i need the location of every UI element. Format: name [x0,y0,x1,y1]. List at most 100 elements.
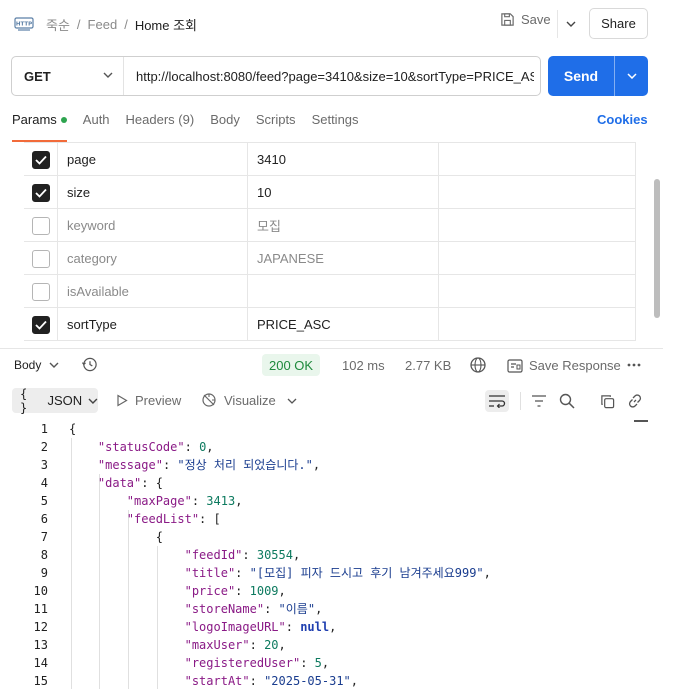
param-value[interactable]: 모집 [248,209,439,242]
code-line: 9 "title": "[모집] 피자 드시고 후기 남겨주세요999", [0,564,663,582]
param-description[interactable] [439,242,636,275]
breadcrumb: 죽순 / Feed / Home 조회 [46,15,197,34]
status-badge[interactable]: 200 OK [262,354,321,376]
code-text: "storeName": "이름", [184,602,323,616]
send-options-button[interactable] [614,56,648,96]
param-description[interactable] [439,209,636,242]
response-body-select[interactable]: Body [14,358,59,372]
preview-button[interactable]: Preview [116,393,181,408]
save-response-icon [507,358,523,373]
breadcrumb-collection[interactable]: 죽순 [46,15,70,34]
code-line: 15 "startAt": "2025-05-31", [0,672,663,689]
svg-text:HTTP: HTTP [16,22,32,28]
param-checkbox[interactable] [31,315,50,334]
breadcrumb-separator: / [124,17,128,32]
method-select[interactable]: GET [12,57,124,95]
param-checkbox[interactable] [31,183,50,202]
check-icon [34,320,47,330]
param-key[interactable]: category [58,242,248,275]
save-button[interactable]: Save [500,12,551,27]
link-button[interactable] [623,390,647,412]
check-icon [34,155,47,165]
response-time[interactable]: 102 ms [342,358,385,373]
code-text: "statusCode": 0, [97,440,214,454]
param-checkbox[interactable] [31,150,50,169]
param-value[interactable] [248,275,439,308]
visualize-icon [202,393,216,407]
param-key[interactable]: sortType [58,308,248,341]
params-scrollbar[interactable] [654,179,660,318]
cookies-link[interactable]: Cookies [597,112,648,127]
response-format-select[interactable]: { } JSON [12,386,98,415]
tab-settings[interactable]: Settings [312,112,359,132]
save-icon [501,13,514,26]
chevron-down-icon[interactable] [287,394,297,408]
param-key[interactable]: page [58,143,248,176]
param-description[interactable] [439,308,636,341]
param-value[interactable]: 10 [248,176,439,209]
code-line: 14 "registeredUser": 5, [0,654,663,672]
wrap-lines-icon [489,395,506,408]
code-line: 11 "storeName": "이름", [0,600,663,618]
tab-params[interactable]: Params [12,112,67,142]
tab-headers[interactable]: Headers (9) [126,112,195,132]
preview-label: Preview [135,393,182,408]
param-value[interactable]: PRICE_ASC [248,308,439,341]
response-body-label: Body [14,358,42,372]
param-key[interactable]: size [58,176,248,209]
params-table: page 3410 size 10 keyword 모집 category JA… [24,142,636,346]
param-row: page 3410 [24,143,636,176]
param-value[interactable]: JAPANESE [248,242,439,275]
code-line: 7 { [0,528,663,546]
param-checkbox[interactable] [31,249,50,268]
search-button[interactable] [555,390,579,412]
visualize-button[interactable]: Visualize [201,392,276,408]
param-key[interactable]: keyword [58,209,248,242]
code-text: "price": 1009, [184,584,286,598]
code-text: "feedId": 30554, [184,548,301,562]
code-text: "maxUser": 20, [184,638,286,652]
param-checkbox[interactable] [31,282,50,301]
code-text: { [155,530,163,544]
tab-auth[interactable]: Auth [83,112,110,132]
line-number: 6 [40,512,48,526]
param-description[interactable] [439,176,636,209]
more-options-icon[interactable] [626,357,642,373]
json-braces-icon: { } [20,386,28,415]
tab-body[interactable]: Body [210,112,240,132]
line-number: 15 [33,674,48,688]
response-size[interactable]: 2.77 KB [405,358,451,373]
param-key[interactable]: isAvailable [58,275,248,308]
save-options-button[interactable] [557,10,583,38]
tab-scripts[interactable]: Scripts [256,112,296,132]
params-active-dot [60,116,67,123]
code-line: 4 "data": { [0,474,663,492]
line-number: 4 [40,476,48,490]
history-icon[interactable] [81,356,98,373]
request-tabs: Params Auth Headers (9) Body Scripts Set… [12,112,375,142]
wrap-lines-button[interactable] [485,390,509,412]
url-input[interactable]: http://localhost:8080/feed?page=3410&siz… [124,69,534,84]
tab-params-label: Params [12,112,57,127]
line-number: 9 [40,566,48,580]
filter-button[interactable] [527,390,551,412]
line-number: 7 [40,530,48,544]
send-button[interactable]: Send [548,56,648,96]
param-value[interactable]: 3410 [248,143,439,176]
response-body-code[interactable]: 1{ 2 "statusCode": 0, 3 "message": "정상 처… [0,420,663,689]
request-name[interactable]: Home 조회 [135,15,197,34]
param-description[interactable] [439,143,636,176]
param-description[interactable] [439,275,636,308]
code-text: "startAt": "2025-05-31", [184,674,359,688]
save-response-button[interactable]: Save Response [507,358,621,373]
globe-icon[interactable] [469,356,487,374]
breadcrumb-folder[interactable]: Feed [88,17,118,32]
line-number: 5 [40,494,48,508]
param-checkbox[interactable] [31,216,50,235]
copy-button[interactable] [595,390,619,412]
code-text: "feedList": [ [126,512,221,526]
url-bar: GET http://localhost:8080/feed?page=3410… [11,56,541,96]
line-number: 2 [40,440,48,454]
param-row: category JAPANESE [24,242,636,275]
share-button[interactable]: Share [589,8,648,39]
